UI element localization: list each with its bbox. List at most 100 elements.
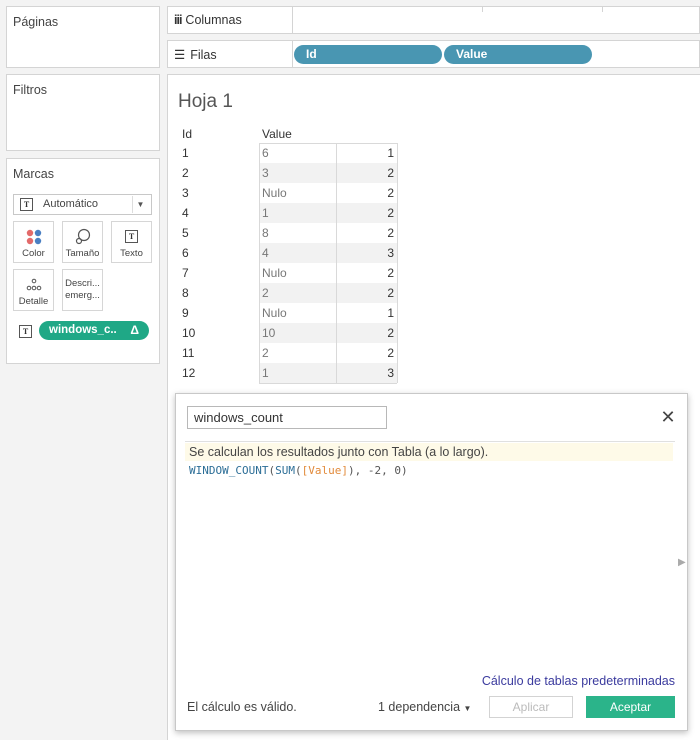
caret-down-icon: ▼ bbox=[463, 704, 472, 713]
cell-id: 2 bbox=[182, 166, 189, 180]
mark-type-value: Automático bbox=[43, 198, 99, 210]
color-icon bbox=[14, 228, 53, 246]
filters-card[interactable]: Filtros bbox=[6, 74, 160, 151]
mark-type-dropdown[interactable]: T Automático ▼ bbox=[13, 194, 152, 215]
header-value[interactable]: Value bbox=[262, 127, 292, 141]
pages-title: Páginas bbox=[13, 15, 59, 29]
size-button[interactable]: Tamaño bbox=[62, 221, 103, 263]
detail-label: Detalle bbox=[18, 296, 49, 307]
text-mark-icon: T bbox=[20, 198, 33, 211]
cell-window-count: 2 bbox=[387, 266, 394, 280]
calc-status: El cálculo es válido. bbox=[187, 700, 297, 714]
cell-window-count: 2 bbox=[387, 226, 394, 240]
rows-pill-id[interactable]: Id bbox=[294, 45, 442, 64]
text-label: Texto bbox=[120, 248, 143, 259]
size-icon bbox=[63, 228, 102, 246]
cell-value: 2 bbox=[262, 346, 269, 360]
table-row[interactable]: 11 2 2 bbox=[176, 343, 398, 363]
rows-shelf[interactable]: ☰ Filas Id Value bbox=[167, 40, 700, 68]
rows-pill-value[interactable]: Value bbox=[444, 45, 592, 64]
columns-shelf[interactable]: iii Columnas bbox=[167, 6, 700, 34]
marks-card: Marcas T Automático ▼ Color Tamaño T Tex… bbox=[6, 158, 160, 364]
filters-title: Filtros bbox=[13, 83, 48, 97]
pages-card[interactable]: Páginas bbox=[6, 6, 160, 68]
table-row[interactable]: 9 Nulo 1 bbox=[176, 303, 398, 323]
table-row[interactable]: 10 10 2 bbox=[176, 323, 398, 343]
cell-window-count: 2 bbox=[387, 166, 394, 180]
color-label: Color bbox=[22, 248, 45, 259]
detail-button[interactable]: Detalle bbox=[13, 269, 54, 311]
table-row[interactable]: 7 Nulo 2 bbox=[176, 263, 398, 283]
cell-value: 1 bbox=[262, 206, 269, 220]
cell-window-count: 2 bbox=[387, 206, 394, 220]
cell-window-count: 3 bbox=[387, 366, 394, 380]
dependency-dropdown[interactable]: 1 dependencia ▼ bbox=[378, 700, 471, 714]
pill-label: windows_c.. bbox=[49, 324, 117, 336]
cell-id: 10 bbox=[182, 326, 196, 340]
sheet-title: Hoja 1 bbox=[178, 91, 233, 112]
cell-id: 4 bbox=[182, 206, 189, 220]
formula-text[interactable]: WINDOW_COUNT(SUM([Value]), -2, 0) bbox=[189, 464, 408, 477]
table-row[interactable]: 6 4 3 bbox=[176, 243, 398, 263]
chevron-down-icon: ▼ bbox=[132, 196, 148, 213]
cell-id: 9 bbox=[182, 306, 189, 320]
cell-window-count: 1 bbox=[387, 146, 394, 160]
text-icon: T bbox=[112, 228, 151, 246]
table-row[interactable]: 5 8 2 bbox=[176, 223, 398, 243]
cell-value: Nulo bbox=[262, 306, 287, 320]
marks-title: Marcas bbox=[13, 167, 54, 181]
rows-icon: ☰ bbox=[174, 48, 186, 62]
formula-editor[interactable]: Se calculan los resultados junto con Tab… bbox=[185, 441, 675, 662]
cell-id: 3 bbox=[182, 186, 189, 200]
size-label: Tamaño bbox=[65, 248, 100, 259]
calc-name-input[interactable] bbox=[187, 406, 387, 429]
tooltip-button[interactable]: Descri... emerg... bbox=[62, 269, 103, 311]
table-row[interactable]: 4 1 2 bbox=[176, 203, 398, 223]
calculation-dialog: ✕ Se calculan los resultados junto con T… bbox=[175, 393, 688, 731]
cell-id: 1 bbox=[182, 146, 189, 160]
accept-button[interactable]: Aceptar bbox=[586, 696, 675, 718]
close-icon[interactable]: ✕ bbox=[659, 408, 677, 426]
table-row[interactable]: 1 6 1 bbox=[176, 143, 398, 163]
cell-value: 1 bbox=[262, 366, 269, 380]
tooltip-label-1: Descri... bbox=[65, 278, 100, 289]
rows-shelf-label: ☰ Filas bbox=[174, 48, 217, 62]
tooltip-label-2: emerg... bbox=[65, 290, 100, 301]
cell-window-count: 2 bbox=[387, 186, 394, 200]
cell-value: Nulo bbox=[262, 186, 287, 200]
cell-window-count: 1 bbox=[387, 306, 394, 320]
cell-value: Nulo bbox=[262, 266, 287, 280]
table-row[interactable]: 12 1 3 bbox=[176, 363, 398, 383]
cell-value: 10 bbox=[262, 326, 276, 340]
cell-value: 2 bbox=[262, 286, 269, 300]
windows-count-pill[interactable]: windows_c.. Δ bbox=[39, 321, 149, 340]
cell-window-count: 2 bbox=[387, 346, 394, 360]
expand-arrow-icon[interactable]: ▶ bbox=[678, 557, 686, 568]
calc-note: Se calculan los resultados junto con Tab… bbox=[185, 443, 673, 461]
columns-icon: iii bbox=[174, 13, 182, 27]
cell-value: 6 bbox=[262, 146, 269, 160]
cell-value: 8 bbox=[262, 226, 269, 240]
cell-window-count: 2 bbox=[387, 326, 394, 340]
detail-icon bbox=[14, 276, 53, 294]
cell-id: 12 bbox=[182, 366, 196, 380]
cell-id: 6 bbox=[182, 246, 189, 260]
cell-id: 11 bbox=[182, 346, 195, 360]
cell-id: 7 bbox=[182, 266, 189, 280]
default-table-calc-link[interactable]: Cálculo de tablas predeterminadas bbox=[482, 674, 675, 688]
table-row[interactable]: 3 Nulo 2 bbox=[176, 183, 398, 203]
delta-icon: Δ bbox=[130, 323, 139, 337]
cell-window-count: 3 bbox=[387, 246, 394, 260]
table-row[interactable]: 8 2 2 bbox=[176, 283, 398, 303]
cell-value: 3 bbox=[262, 166, 269, 180]
cell-id: 8 bbox=[182, 286, 189, 300]
cell-window-count: 2 bbox=[387, 286, 394, 300]
text-button[interactable]: T Texto bbox=[111, 221, 152, 263]
cell-id: 5 bbox=[182, 226, 189, 240]
header-id[interactable]: Id bbox=[182, 127, 192, 141]
cell-value: 4 bbox=[262, 246, 269, 260]
columns-shelf-label: iii Columnas bbox=[174, 13, 242, 27]
table-row[interactable]: 2 3 2 bbox=[176, 163, 398, 183]
apply-button[interactable]: Aplicar bbox=[489, 696, 573, 718]
color-button[interactable]: Color bbox=[13, 221, 54, 263]
